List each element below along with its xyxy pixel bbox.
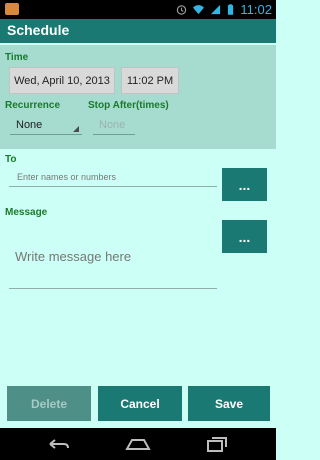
app-bar: Schedule [0,19,276,43]
recent-apps-icon[interactable] [204,435,232,453]
to-label: To [5,154,17,165]
stop-after-placeholder: None [99,119,126,131]
stop-after-label: Stop After(times) [88,100,169,111]
back-icon[interactable] [44,435,72,453]
recurrence-select[interactable]: None [10,116,82,135]
recurrence-label: Recurrence [5,100,61,111]
message-input[interactable]: Write message here [9,244,217,289]
delete-button[interactable]: Delete [7,386,91,421]
wifi-icon [193,5,205,15]
recipients-input[interactable]: Enter names or numbers [9,168,217,187]
alarm-icon [177,5,187,15]
status-icons: 11:02 [176,2,272,17]
time-label: Time [5,52,29,63]
status-time: 11:02 [240,2,272,17]
save-button[interactable]: Save [188,386,270,421]
message-placeholder: Write message here [15,249,132,264]
system-nav-bar [0,428,276,460]
app-notification-icon [5,3,19,15]
message-label: Message [5,207,48,218]
status-bar: 11:02 [0,0,276,19]
battery-icon [228,4,234,15]
contacts-picker-button[interactable]: ... [222,168,267,201]
signal-icon [211,4,221,15]
home-icon[interactable] [124,435,152,453]
cancel-button[interactable]: Cancel [98,386,182,421]
time-button[interactable]: 11:02 PM [121,67,179,94]
recurrence-value: None [16,119,43,131]
recipients-placeholder: Enter names or numbers [17,172,117,182]
date-button[interactable]: Wed, April 10, 2013 [9,67,115,94]
message-template-button[interactable]: ... [222,220,267,253]
stop-after-input[interactable]: None [93,116,135,135]
page-title: Schedule [7,22,70,38]
dropdown-triangle-icon [73,126,79,132]
